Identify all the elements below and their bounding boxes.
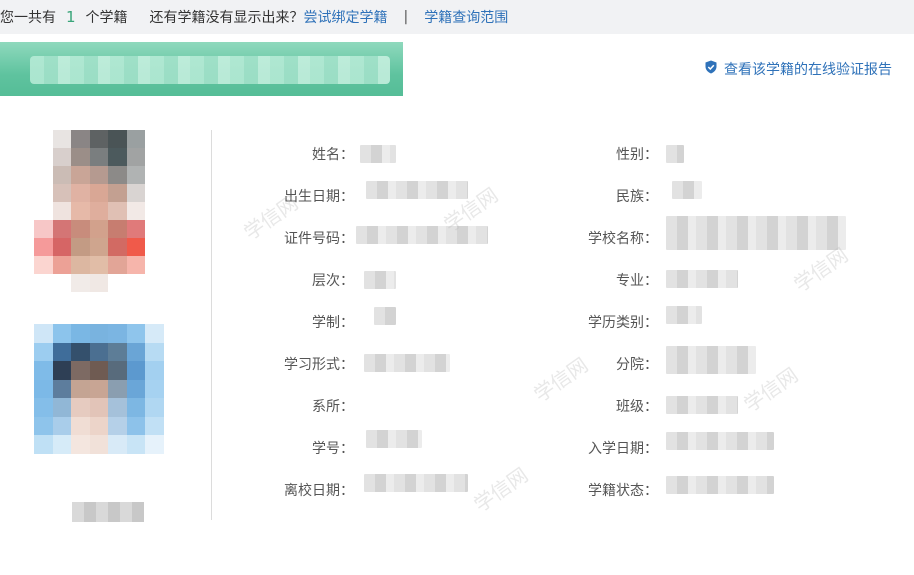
field-label-gender: 性别： [616, 147, 658, 163]
field-label-education-type: 学历类别： [588, 315, 658, 331]
field-label-duration: 学制： [312, 315, 354, 331]
top-info-bar: 您一共有 1 个学籍 还有学籍没有显示出来？ 尝试绑定学籍 | 学籍查询范围 [0, 0, 914, 34]
field-value-leave-date [364, 474, 468, 492]
field-label-department: 系所： [312, 399, 354, 415]
bind-record-link[interactable]: 尝试绑定学籍 [304, 7, 388, 27]
field-label-ethnicity: 民族： [616, 189, 658, 205]
watermark-text: 学信网 [529, 352, 593, 407]
field-label-major: 专业： [616, 273, 658, 289]
school-name-banner [0, 42, 403, 96]
watermark-text: 学信网 [469, 462, 533, 517]
record-count-suffix: 个学籍 [85, 10, 128, 26]
field-label-leave-date: 离校日期： [284, 483, 354, 499]
field-value-study-mode [364, 354, 450, 372]
field-value-student-id [366, 430, 422, 448]
field-label-student-id: 学号： [312, 441, 354, 457]
field-value-name [360, 145, 396, 163]
field-value-gender [666, 145, 684, 163]
blurred-school-title [30, 56, 390, 84]
field-label-enroll-date: 入学日期： [588, 441, 658, 457]
field-value-enroll-date [666, 432, 774, 450]
enrollment-photo [34, 130, 182, 292]
field-value-id-number [356, 226, 488, 244]
record-count: 1 [66, 8, 76, 26]
verification-report-label: 查看该学籍的在线验证报告 [724, 62, 892, 78]
field-value-branch [666, 346, 756, 374]
online-verification-report-link[interactable]: 查看该学籍的在线验证报告 [704, 59, 892, 79]
student-record-card: 查看该学籍的在线验证报告 姓名： 出生日期： 证件号码： 层次： 学制： 学习形… [0, 34, 914, 575]
field-label-branch: 分院： [616, 357, 658, 373]
field-value-status [666, 476, 774, 494]
field-label-name: 姓名： [312, 147, 354, 163]
topbar-separator: | [403, 9, 409, 25]
field-label-school-name: 学校名称： [588, 231, 658, 247]
shield-check-icon [704, 60, 718, 78]
field-value-duration [374, 307, 396, 325]
field-label-id-number: 证件号码： [284, 231, 354, 247]
field-label-study-mode: 学习形式： [284, 357, 354, 373]
field-label-level: 层次： [312, 273, 354, 289]
field-value-level [364, 271, 396, 289]
field-value-education-type [666, 306, 702, 324]
field-label-status: 学籍状态： [588, 483, 658, 499]
blurred-photo-caption [72, 502, 144, 522]
photo-divider [211, 130, 212, 520]
field-label-class: 班级： [616, 399, 658, 415]
field-label-birth-date: 出生日期： [284, 189, 354, 205]
missing-record-question: 还有学籍没有显示出来？ [149, 10, 304, 26]
field-value-school-name [666, 216, 846, 250]
query-scope-link[interactable]: 学籍查询范围 [424, 7, 508, 27]
field-value-class [666, 396, 738, 414]
degree-photo [34, 324, 182, 472]
field-value-birth-date [366, 181, 468, 199]
field-value-major [666, 270, 738, 288]
record-count-prefix: 您一共有 [0, 10, 56, 26]
field-value-ethnicity [672, 181, 702, 199]
